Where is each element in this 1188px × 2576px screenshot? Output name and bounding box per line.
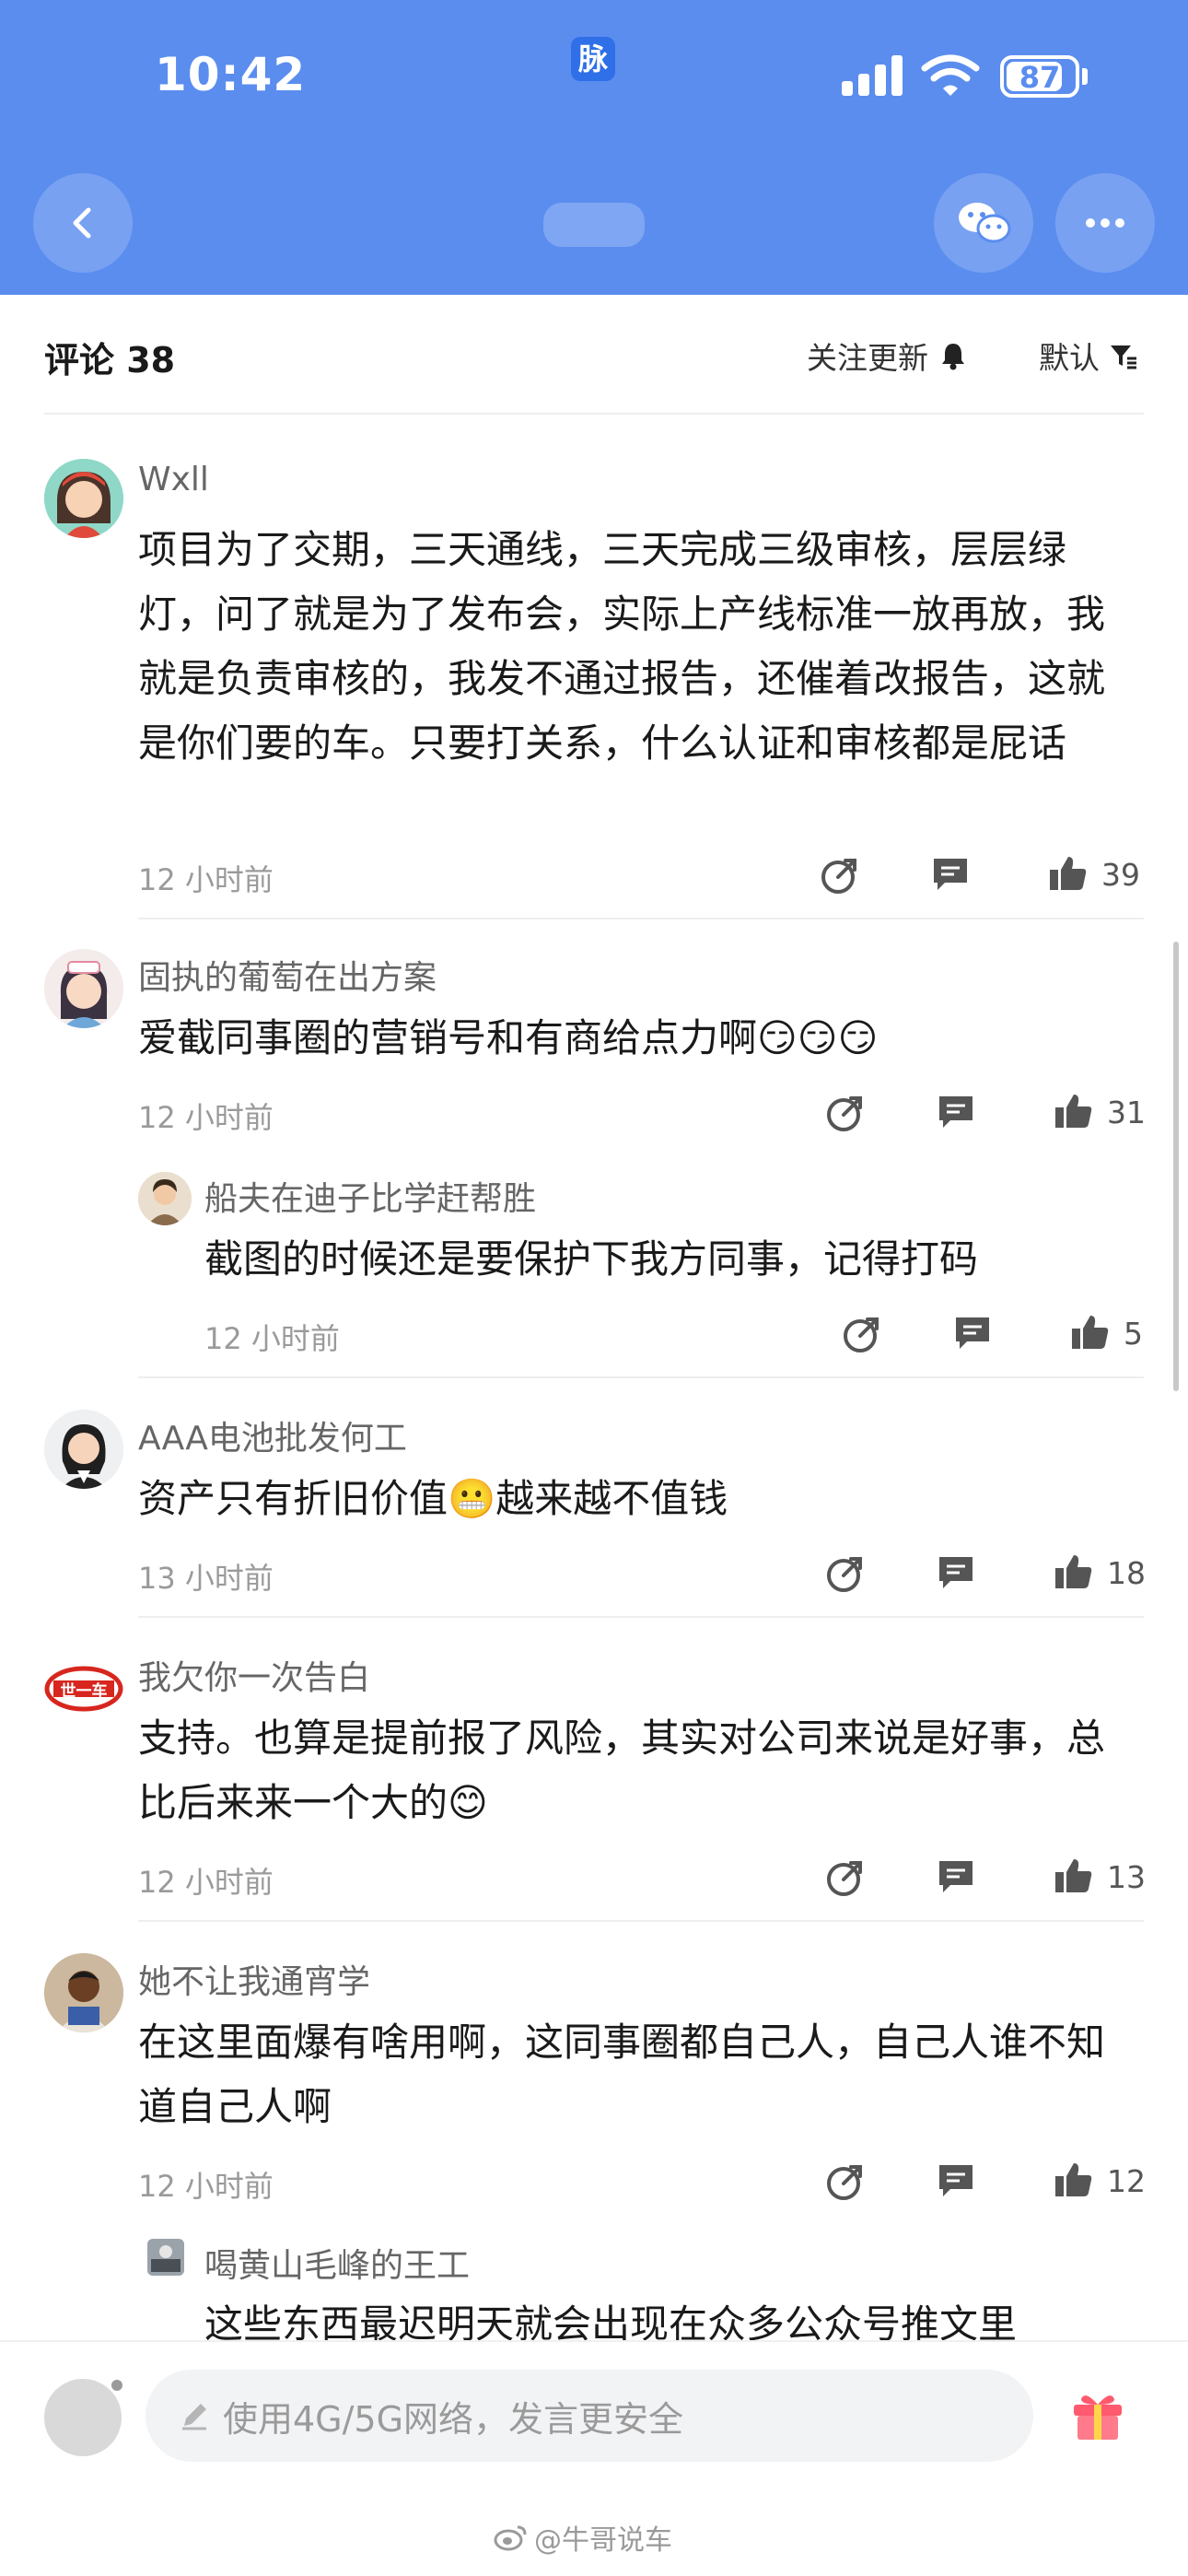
like-icon[interactable] xyxy=(1054,2160,1094,2200)
like-count: 31 xyxy=(1107,1095,1146,1130)
cellular-signal-icon xyxy=(842,55,903,96)
chevron-left-icon xyxy=(73,207,91,239)
back-button[interactable] xyxy=(33,173,133,273)
comment-time: 12 小时前 xyxy=(138,1865,274,1900)
like-count: 13 xyxy=(1107,1859,1146,1895)
user-avatar[interactable] xyxy=(44,949,123,1028)
avatar-photo-icon xyxy=(147,2239,184,2276)
comment-time: 12 小时前 xyxy=(138,862,274,897)
comment-divider xyxy=(138,918,1144,919)
wechat-share-button[interactable] xyxy=(934,173,1033,273)
reply-icon[interactable] xyxy=(952,1314,993,1354)
scrollbar[interactable] xyxy=(1173,942,1179,1391)
username[interactable]: 固执的葡萄在出方案 xyxy=(138,951,437,999)
reply-user-avatar[interactable] xyxy=(147,2239,184,2276)
blurred-title xyxy=(543,203,645,247)
username[interactable]: Wxll xyxy=(138,461,209,498)
share-icon[interactable] xyxy=(825,1093,866,1133)
follow-updates-button[interactable]: 关注更新 xyxy=(807,334,969,378)
user-avatar[interactable] xyxy=(44,459,123,538)
avatar-man-icon xyxy=(138,1172,192,1225)
like-icon[interactable] xyxy=(1070,1312,1111,1352)
share-icon[interactable] xyxy=(842,1314,882,1354)
more-button[interactable] xyxy=(1055,173,1155,273)
follow-updates-label: 关注更新 xyxy=(807,340,928,376)
pencil-icon xyxy=(182,2404,206,2430)
comment-time: 13 小时前 xyxy=(138,1561,274,1596)
battery-level: 87 xyxy=(1019,60,1061,95)
comment-time: 12 小时前 xyxy=(138,2169,274,2204)
comment-text: 支持。也算是提前报了风险，其实对公司来说是好事，总比后来来一个大的😊 xyxy=(138,1715,1106,1825)
user-avatar[interactable] xyxy=(44,1953,123,2032)
like-count: 39 xyxy=(1101,857,1140,893)
like-count: 18 xyxy=(1107,1555,1146,1591)
user-avatar[interactable]: 世一车 xyxy=(44,1649,123,1728)
comment-text: 项目为了交期，三天通线，三天完成三级审核，层层绿灯，问了就是为了发布会，实际上产… xyxy=(138,527,1106,766)
filter-icon xyxy=(1111,345,1136,369)
username[interactable]: 我欠你一次告白 xyxy=(138,1651,370,1699)
wechat-icon xyxy=(959,203,1011,243)
comment-input-bar: 使用4G/5G网络，发言更安全 @牛哥说车 xyxy=(0,2340,1188,2576)
share-icon[interactable] xyxy=(820,855,860,896)
reply-icon[interactable] xyxy=(936,1553,976,1594)
more-dots-icon xyxy=(1086,218,1124,228)
username[interactable]: 她不让我通宵学 xyxy=(138,1955,370,2003)
app-header: 10:42 脉 87 xyxy=(0,0,1188,295)
sort-dropdown[interactable]: 默认 xyxy=(1039,334,1138,378)
avatar-nurse-icon xyxy=(44,949,123,1028)
reply-icon[interactable] xyxy=(930,855,971,896)
reply-username[interactable]: 喝黄山毛峰的王工 xyxy=(204,2239,470,2287)
comment-input[interactable]: 使用4G/5G网络，发言更安全 xyxy=(146,2370,1033,2462)
like-count: 12 xyxy=(1107,2163,1146,2199)
share-icon[interactable] xyxy=(825,2161,866,2202)
reply-user-avatar[interactable] xyxy=(138,1172,192,1225)
battery-icon: 87 xyxy=(1000,55,1079,98)
avatar-status-dot xyxy=(109,2377,125,2394)
reply-text: 这些东西最迟明天就会出现在众多公众号推文里 xyxy=(204,2301,1018,2340)
user-avatar[interactable] xyxy=(44,1410,123,1489)
comment-count-title: 评论 38 xyxy=(44,340,176,381)
username[interactable]: AAA电池批发何工 xyxy=(138,1411,407,1459)
comment-time: 12 小时前 xyxy=(138,1100,274,1135)
avatar-logo-text: 世一车 xyxy=(60,1682,108,1701)
like-icon[interactable] xyxy=(1054,1091,1094,1131)
top-divider xyxy=(44,413,1144,415)
avatar-reader-icon xyxy=(44,1953,123,2032)
reply-icon[interactable] xyxy=(936,1857,976,1898)
comment-text: 资产只有折旧价值😬越来越不值钱 xyxy=(138,1476,728,1521)
reply-icon[interactable] xyxy=(936,1093,976,1133)
weibo-icon xyxy=(494,2525,527,2551)
like-count: 5 xyxy=(1124,1316,1143,1352)
avatar-girl-icon xyxy=(44,459,123,538)
comment-divider xyxy=(138,1616,1144,1618)
comment-section-bar: 评论 38 关注更新 默认 xyxy=(0,295,1188,415)
input-placeholder: 使用4G/5G网络，发言更安全 xyxy=(223,2398,684,2440)
avatar-woman-icon xyxy=(44,1410,123,1489)
status-time: 10:42 xyxy=(155,48,307,101)
share-icon[interactable] xyxy=(825,1857,866,1898)
gift-icon[interactable] xyxy=(1068,2384,1127,2443)
comment-text: 在这里面爆有啥用啊，这同事圈都自己人，自己人谁不知道自己人啊 xyxy=(138,2020,1106,2129)
reply-time: 12 小时前 xyxy=(204,1321,340,1356)
sort-label: 默认 xyxy=(1039,340,1100,376)
watermark: @牛哥说车 xyxy=(494,2517,672,2558)
watermark-text: @牛哥说车 xyxy=(534,2524,672,2557)
like-icon[interactable] xyxy=(1054,1856,1094,1896)
battery-cap xyxy=(1082,68,1088,85)
bell-icon xyxy=(942,344,964,370)
app-badge: 脉 xyxy=(571,37,615,81)
like-icon[interactable] xyxy=(1054,1551,1094,1592)
comment-text: 爱截同事圈的营销号和有商给点力啊😏😏😏 xyxy=(138,1015,879,1060)
comment-divider xyxy=(138,1920,1144,1922)
share-icon[interactable] xyxy=(825,1553,866,1594)
reply-icon[interactable] xyxy=(936,2161,976,2202)
wifi-icon xyxy=(921,54,980,96)
like-icon[interactable] xyxy=(1048,853,1089,894)
reply-username[interactable]: 船夫在迪子比学赶帮胜 xyxy=(204,1172,536,1220)
reply-text: 截图的时候还是要保护下我方同事，记得打码 xyxy=(204,1236,979,1282)
comment-divider xyxy=(138,1376,1144,1378)
